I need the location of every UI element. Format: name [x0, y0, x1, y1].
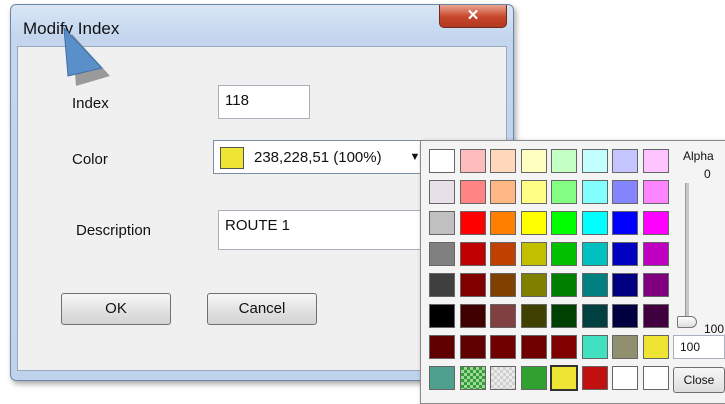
alpha-max-label: 0 [704, 167, 711, 181]
color-swatch-cell[interactable] [642, 273, 669, 297]
color-swatch-cell[interactable] [581, 335, 608, 359]
color-swatch-cell[interactable] [581, 273, 608, 297]
cancel-button[interactable]: Cancel [207, 293, 317, 325]
color-swatch-cell[interactable] [551, 335, 577, 359]
close-window-button[interactable]: ✕ [439, 5, 507, 28]
alpha-label: Alpha [683, 149, 714, 163]
color-swatch-cell[interactable] [490, 273, 516, 297]
color-swatch-cell[interactable] [551, 304, 577, 328]
color-swatch-cell[interactable] [459, 180, 486, 204]
color-swatch-cell[interactable] [459, 304, 486, 328]
color-swatch-cell[interactable] [642, 366, 669, 390]
color-swatch-cell[interactable] [612, 149, 638, 173]
color-swatch-cell[interactable] [581, 304, 608, 328]
color-swatch-cell[interactable] [490, 304, 516, 328]
mouse-cursor-icon [63, 26, 110, 86]
color-swatch-cell[interactable] [490, 180, 516, 204]
color-swatch-cell[interactable] [612, 366, 638, 390]
index-label: Index [72, 95, 109, 112]
color-swatch-cell[interactable] [581, 242, 608, 266]
color-swatch-cell[interactable] [642, 180, 669, 204]
color-swatch-cell[interactable] [429, 149, 455, 173]
color-swatch-cell[interactable] [429, 335, 455, 359]
color-swatch-cell[interactable] [520, 149, 547, 173]
color-swatch-cell[interactable] [581, 180, 608, 204]
color-value: 238,228,51 (100%) [254, 149, 382, 166]
alpha-input[interactable]: 100 [673, 335, 725, 359]
description-label: Description [76, 222, 152, 239]
color-swatch-cell[interactable] [490, 211, 516, 235]
alpha-slider-thumb[interactable] [677, 316, 697, 328]
color-swatch-cell[interactable] [612, 211, 638, 235]
color-swatch-cell[interactable] [642, 242, 669, 266]
color-swatch-cell[interactable] [642, 211, 669, 235]
picker-close-button[interactable]: Close [673, 367, 725, 393]
color-swatch-cell[interactable] [612, 242, 638, 266]
ok-button[interactable]: OK [61, 293, 171, 325]
color-swatch-cell[interactable] [551, 149, 577, 173]
alpha-min-label: 100 [704, 322, 725, 336]
color-swatch-cell[interactable] [520, 211, 547, 235]
color-swatch-cell[interactable] [459, 211, 486, 235]
color-swatch-cell[interactable] [520, 304, 547, 328]
color-swatch-cell[interactable] [459, 149, 486, 173]
color-swatch-cell[interactable] [551, 211, 577, 235]
color-swatch-cell[interactable] [520, 180, 547, 204]
color-swatch-cell[interactable] [520, 273, 547, 297]
color-swatch-cell[interactable] [490, 335, 516, 359]
color-swatch-cell[interactable] [429, 304, 455, 328]
color-swatch-cell[interactable] [520, 366, 547, 390]
color-swatch-cell[interactable] [612, 273, 638, 297]
color-swatch-cell[interactable] [459, 335, 486, 359]
color-swatch [220, 147, 244, 169]
color-picker-popup: Alpha 0 100 100 Close [420, 140, 725, 404]
color-swatch-cell[interactable] [642, 304, 669, 328]
color-swatch-cell[interactable] [642, 335, 669, 359]
color-swatch-cell[interactable] [429, 242, 455, 266]
color-swatch-cell[interactable] [612, 180, 638, 204]
color-swatch-cell[interactable] [581, 211, 608, 235]
color-swatch-cell[interactable] [459, 242, 486, 266]
color-swatch-cell[interactable] [520, 335, 547, 359]
color-swatch-cell[interactable] [429, 211, 455, 235]
color-swatch-cell[interactable] [551, 180, 577, 204]
color-swatch-cell[interactable] [520, 242, 547, 266]
color-swatch-cell[interactable] [551, 242, 577, 266]
description-input[interactable]: ROUTE 1 [218, 210, 428, 250]
color-swatch-cell[interactable] [490, 242, 516, 266]
index-input[interactable]: 118 [218, 85, 310, 119]
color-swatch-cell[interactable] [551, 273, 577, 297]
alpha-slider-track[interactable] [685, 183, 689, 323]
color-swatch-cell[interactable] [550, 365, 578, 391]
color-swatch-cell[interactable] [459, 366, 486, 390]
color-swatch-cell[interactable] [612, 335, 638, 359]
color-label: Color [72, 151, 108, 168]
color-swatch-cell[interactable] [642, 149, 669, 173]
color-swatch-cell[interactable] [490, 149, 516, 173]
color-swatch-cell[interactable] [612, 304, 638, 328]
color-swatch-cell[interactable] [459, 273, 486, 297]
color-swatch-cell[interactable] [581, 149, 608, 173]
color-swatch-cell[interactable] [429, 180, 455, 204]
color-swatch-cell[interactable] [429, 273, 455, 297]
color-swatch-cell[interactable] [490, 366, 516, 390]
color-swatch-cell[interactable] [429, 366, 455, 390]
color-dropdown[interactable]: 238,228,51 (100%) ▼ [213, 140, 425, 174]
color-swatch-cell[interactable] [581, 366, 608, 390]
